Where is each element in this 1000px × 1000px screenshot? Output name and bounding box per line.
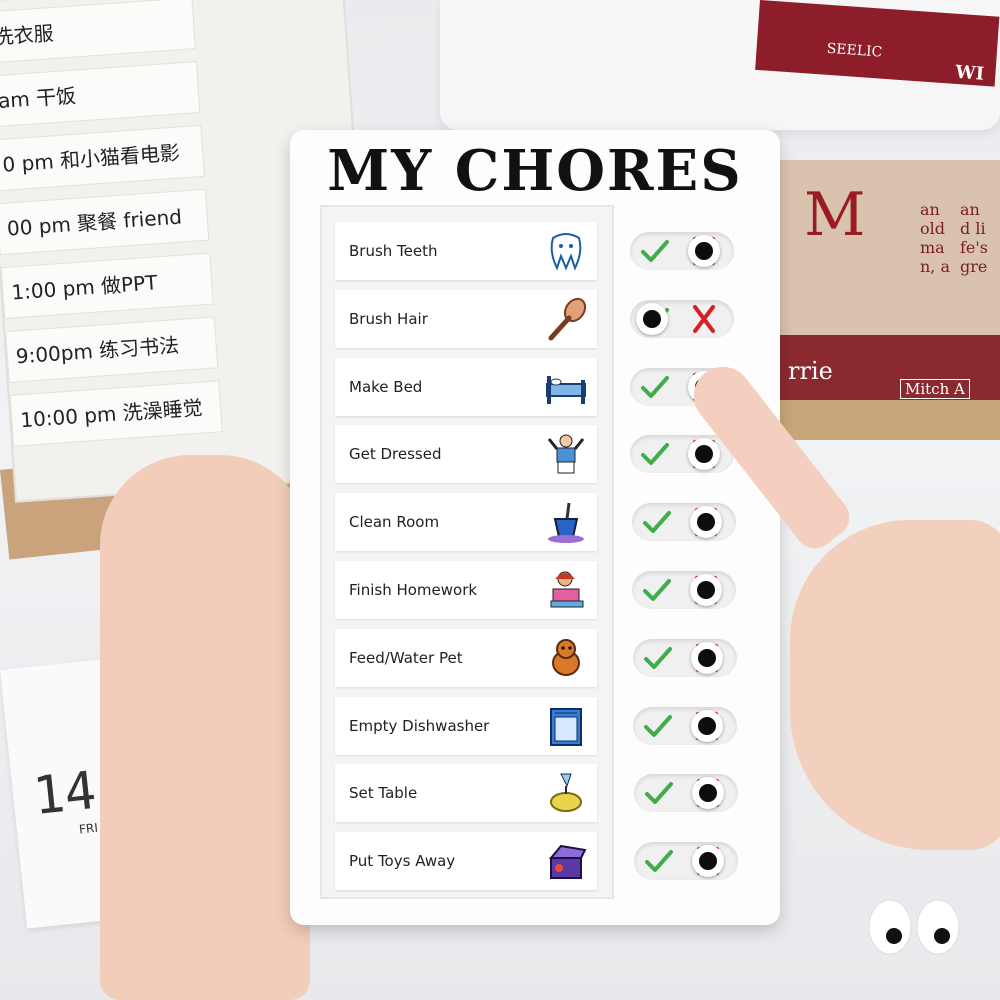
- status-toggle-brush-teeth[interactable]: [630, 232, 734, 270]
- chore-card-brush-teeth: Brush Teeth: [335, 222, 597, 280]
- chore-card-put-toys-away: Put Toys Away: [335, 832, 597, 890]
- clothes-icon: [547, 434, 585, 474]
- check-icon: [641, 443, 669, 465]
- book-title-text: SEELIC: [826, 40, 883, 61]
- bed-icon: [546, 376, 586, 404]
- planner-row: 10:00 pm 洗澡睡觉: [9, 380, 223, 447]
- chore-card-finish-homework: Finish Homework: [335, 561, 597, 619]
- toggle-knob[interactable]: [690, 574, 722, 606]
- bucket-icon: [548, 502, 584, 543]
- calendar-day: 14: [30, 760, 99, 828]
- planner-row: 9:00pm 练习书法: [5, 316, 219, 383]
- book-base: [780, 400, 1000, 440]
- toggle-knob[interactable]: [691, 710, 723, 742]
- check-icon: [645, 850, 673, 872]
- dishwasher-icon: [550, 708, 582, 746]
- check-icon: [641, 376, 669, 398]
- chore-card-get-dressed: Get Dressed: [335, 425, 597, 483]
- status-toggle-get-dressed[interactable]: [630, 435, 734, 473]
- status-toggle-brush-hair[interactable]: [630, 300, 734, 338]
- cross-icon: [693, 305, 715, 333]
- chore-label: Make Bed: [349, 378, 423, 396]
- check-icon: [644, 715, 672, 737]
- planner-row: 00 pm 聚餐 friend: [0, 188, 210, 256]
- googly-eyes-icon: [868, 899, 960, 955]
- check-icon: [641, 240, 669, 262]
- chore-card-feed-water-pet: Feed/Water Pet: [335, 629, 597, 687]
- status-toggle-feed-water-pet[interactable]: [633, 639, 737, 677]
- toggle-knob[interactable]: [636, 303, 668, 335]
- book-spine-text: Mitch A: [900, 379, 970, 399]
- chore-label: Feed/Water Pet: [349, 649, 463, 667]
- status-toggle-set-table[interactable]: [634, 774, 738, 812]
- check-icon: [643, 511, 671, 533]
- status-toggle-finish-homework[interactable]: [632, 571, 736, 609]
- toggle-knob[interactable]: [690, 506, 722, 538]
- toggle-knob[interactable]: [688, 438, 720, 470]
- book-spine-text: rrie: [788, 357, 833, 385]
- book-title-text: WI: [954, 61, 985, 85]
- chore-card-clean-room: Clean Room: [335, 493, 597, 551]
- planner-row: 洗衣服: [0, 0, 196, 64]
- check-icon: [645, 782, 673, 804]
- calendar-weekday: FRI: [78, 820, 99, 837]
- check-icon: [643, 579, 671, 601]
- tooth-icon: [550, 233, 582, 271]
- book-spine: rrie Mitch A: [780, 335, 1000, 405]
- planner-row: am 干饭: [0, 61, 201, 128]
- chore-label: Put Toys Away: [349, 852, 456, 870]
- chore-label: Empty Dishwasher: [349, 717, 490, 735]
- chore-card-brush-hair: Brush Hair: [335, 290, 597, 348]
- planner-row: 0 pm 和小猫看电影: [0, 124, 205, 192]
- chore-label: Brush Hair: [349, 310, 428, 328]
- toggle-knob[interactable]: [691, 642, 723, 674]
- pet-icon: [552, 639, 580, 676]
- chore-card-set-table: Set Table: [335, 764, 597, 822]
- toggle-knob[interactable]: [688, 235, 720, 267]
- status-toggle-put-toys-away[interactable]: [634, 842, 738, 880]
- chore-label: Brush Teeth: [349, 242, 438, 260]
- homework-icon: [550, 571, 584, 608]
- chore-label: Set Table: [349, 784, 418, 802]
- toybox-icon: [548, 844, 587, 879]
- chore-card-empty-dishwasher: Empty Dishwasher: [335, 697, 597, 755]
- status-toggle-empty-dishwasher[interactable]: [633, 707, 737, 745]
- board-title: MY CHORES: [327, 138, 743, 204]
- chore-label: Finish Homework: [349, 581, 478, 599]
- status-toggle-clean-room[interactable]: [632, 503, 736, 541]
- check-icon: [644, 647, 672, 669]
- chore-card-make-bed: Make Bed: [335, 358, 597, 416]
- book-cover-text: an old man, a: [920, 200, 951, 276]
- chore-label: Clean Room: [349, 513, 440, 531]
- chore-label: Get Dressed: [349, 445, 442, 463]
- plate-icon: [550, 773, 582, 812]
- book-cover-text: and life's gre: [960, 200, 988, 276]
- toggle-knob[interactable]: [692, 845, 724, 877]
- planner-row: 1:00 pm 做PPT: [0, 252, 214, 320]
- hairbrush-icon: [548, 297, 587, 341]
- book-cover: M an old man, a and life's gre: [780, 160, 1000, 360]
- left-hand: [100, 455, 310, 1000]
- toggle-knob[interactable]: [692, 777, 724, 809]
